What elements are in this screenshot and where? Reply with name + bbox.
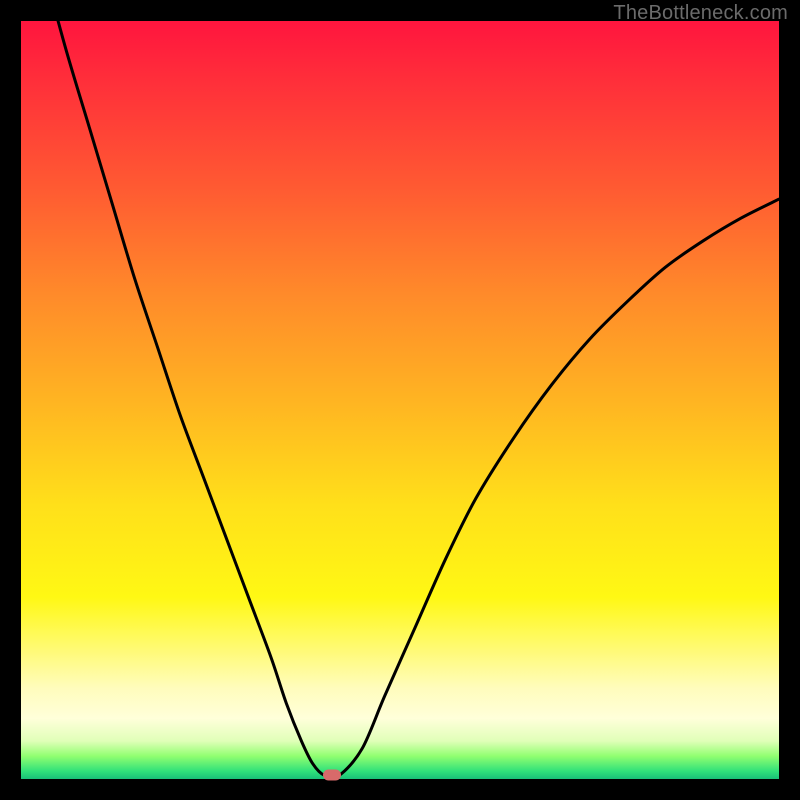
optimal-marker [323, 770, 341, 781]
chart-frame: TheBottleneck.com [0, 0, 800, 800]
plot-area [21, 21, 779, 779]
bottleneck-curve [21, 21, 779, 779]
